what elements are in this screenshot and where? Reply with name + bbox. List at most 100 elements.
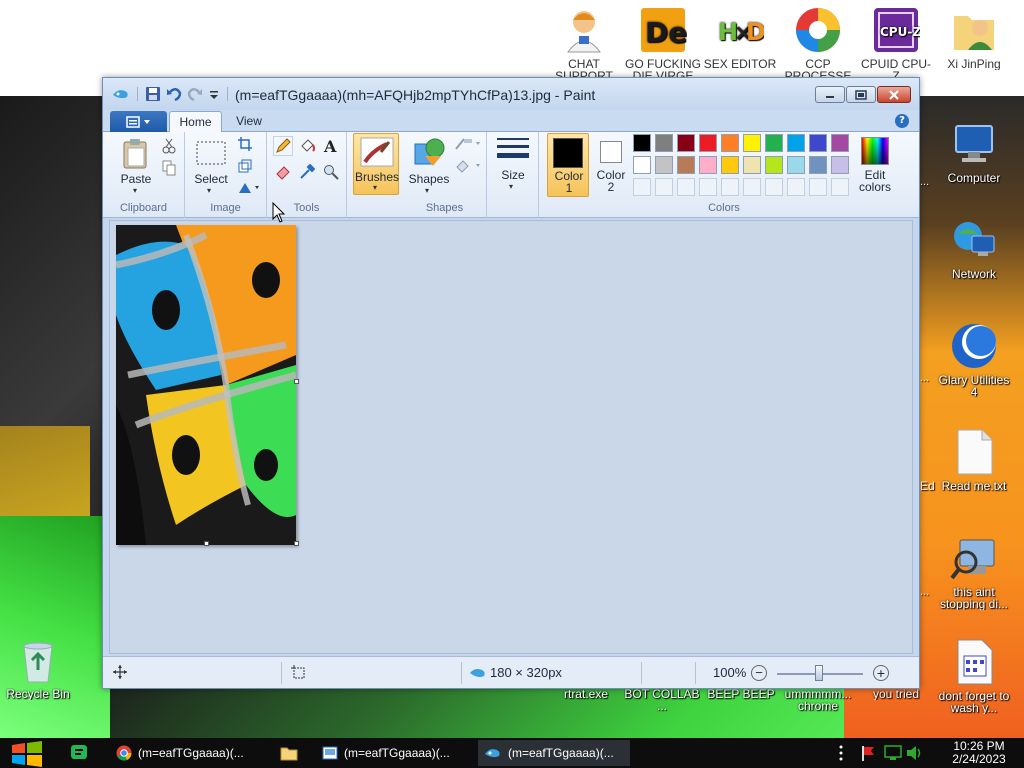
canvas-image[interactable] [116, 225, 296, 545]
brushes-button[interactable]: Brushes ▾ [353, 133, 399, 195]
taskbar-item-chrome[interactable]: (m=eafTGgaaaa)(... [110, 740, 264, 766]
desktop-icon-cpuz[interactable]: CPU-Z CPUID CPU-Z [858, 6, 934, 82]
palette-swatch[interactable] [809, 134, 827, 152]
palette-custom-slot[interactable] [787, 178, 805, 196]
copy-icon[interactable] [159, 158, 179, 178]
palette-swatch[interactable] [655, 134, 673, 152]
action-center-flag-icon[interactable] [860, 745, 876, 764]
desktop-icon-beep-beep[interactable]: BEEP BEEP [703, 688, 779, 700]
canvas-area[interactable] [109, 220, 913, 654]
taskbar-app-pinned[interactable] [70, 744, 90, 765]
desktop-icon-network[interactable]: Network [936, 216, 1012, 280]
zoom-out-button[interactable]: − [751, 665, 767, 681]
desktop-icon-de[interactable]: De GO FUCKING DIE VIRGE [625, 6, 701, 82]
palette-custom-slot[interactable] [743, 178, 761, 196]
palette-swatch[interactable] [809, 156, 827, 174]
palette-swatch[interactable] [787, 156, 805, 174]
title-bar[interactable]: (m=eafTGgaaaa)(mh=AFQHjb2mpTYhCfPa)13.jp… [103, 78, 919, 110]
close-button[interactable] [877, 86, 911, 103]
select-button[interactable]: Select ▾ [191, 136, 231, 196]
maximize-button[interactable] [846, 86, 876, 103]
palette-custom-slot[interactable] [831, 178, 849, 196]
palette-custom-slot[interactable] [765, 178, 783, 196]
palette-swatch[interactable] [699, 156, 717, 174]
color1-button[interactable]: Color 1 [547, 133, 589, 197]
palette-swatch[interactable] [787, 134, 805, 152]
volume-icon[interactable] [906, 745, 924, 764]
redo-icon[interactable] [187, 86, 203, 102]
outline-icon[interactable] [453, 134, 483, 154]
desktop-icon-chat-support[interactable]: CHAT SUPPORT [546, 6, 622, 82]
color2-button[interactable]: Color 2 [591, 133, 631, 197]
desktop-icon-you-tried[interactable]: you tried [858, 688, 934, 700]
resize-handle-bottom[interactable] [204, 541, 209, 546]
desktop-icon-glary[interactable]: Glary Utilities 4 [936, 322, 1012, 398]
undo-icon[interactable] [166, 86, 182, 102]
customize-qat-icon[interactable] [208, 86, 224, 102]
palette-swatch[interactable] [721, 134, 739, 152]
zoom-in-button[interactable]: + [873, 665, 889, 681]
start-button[interactable] [10, 741, 44, 768]
resize-icon[interactable] [235, 156, 255, 176]
color-picker-icon[interactable] [297, 162, 317, 182]
palette-swatch[interactable] [655, 156, 673, 174]
desktop-icon-rtrat[interactable]: rtrat.exe [548, 688, 624, 700]
palette-custom-slot[interactable] [655, 178, 673, 196]
desktop-icon-bot-collab[interactable]: BOT COLLAB ... [624, 688, 700, 712]
palette-swatch[interactable] [765, 134, 783, 152]
palette-swatch[interactable] [831, 134, 849, 152]
tab-view[interactable]: View [227, 111, 271, 133]
size-button[interactable]: Size ▾ [493, 136, 533, 196]
magnifier-icon[interactable] [321, 162, 341, 182]
crop-icon[interactable] [235, 134, 255, 154]
desktop-icon-computer[interactable]: Computer [936, 120, 1012, 184]
palette-swatch[interactable] [677, 134, 695, 152]
desktop-icon-chrome[interactable]: ummmmm... chrome [780, 688, 856, 712]
eraser-icon[interactable] [273, 162, 293, 182]
palette-custom-slot[interactable] [633, 178, 651, 196]
edit-colors-button[interactable]: Edit colors [855, 133, 895, 197]
pencil-icon[interactable] [273, 136, 293, 156]
palette-swatch[interactable] [633, 134, 651, 152]
taskbar-item-paint[interactable]: (m=eafTGgaaaa)(... [478, 740, 630, 766]
palette-custom-slot[interactable] [809, 178, 827, 196]
palette-swatch[interactable] [677, 156, 695, 174]
desktop-icon-xi-jinping[interactable]: Xi JinPing [936, 6, 1012, 70]
palette-swatch[interactable] [743, 134, 761, 152]
resize-handle-right[interactable] [294, 379, 299, 384]
text-icon[interactable]: A [321, 136, 341, 156]
file-menu-button[interactable] [110, 111, 167, 132]
desktop-icon-readme[interactable]: Read me.txt [936, 428, 1012, 492]
taskbar-item-photo-viewer[interactable]: (m=eafTGgaaaa)(... [316, 740, 468, 766]
desktop-icon-hxd[interactable]: H × D SEX EDITOR [702, 6, 778, 70]
fill-shape-icon[interactable] [453, 156, 483, 176]
palette-swatch[interactable] [765, 156, 783, 174]
palette-swatch[interactable] [721, 156, 739, 174]
palette-swatch[interactable] [699, 134, 717, 152]
fill-icon[interactable] [297, 136, 317, 156]
paste-button[interactable]: Paste ▾ [113, 136, 159, 196]
zoom-slider-thumb[interactable] [815, 665, 823, 681]
tab-home[interactable]: Home [169, 111, 222, 133]
palette-swatch[interactable] [743, 156, 761, 174]
desktop-icon-dont-forget[interactable]: dont forget to wash y... [936, 638, 1012, 714]
shapes-button[interactable]: Shapes ▾ [407, 136, 451, 196]
palette-custom-slot[interactable] [699, 178, 717, 196]
tray-overflow-icon[interactable] [838, 744, 844, 762]
palette-swatch[interactable] [633, 156, 651, 174]
desktop-icon-ccp-process[interactable]: CCP PROCESSE [780, 6, 856, 82]
palette-custom-slot[interactable] [721, 178, 739, 196]
desktop-icon-this-aint-stopping[interactable]: this aint stopping di... [936, 534, 1012, 610]
network-tray-icon[interactable] [884, 745, 902, 764]
rotate-icon[interactable] [235, 178, 263, 198]
help-icon[interactable]: ? [895, 114, 909, 128]
palette-custom-slot[interactable] [677, 178, 695, 196]
taskbar-item-explorer[interactable] [274, 740, 306, 766]
cut-icon[interactable] [159, 136, 179, 156]
resize-handle-corner[interactable] [294, 541, 299, 546]
minimize-button[interactable] [815, 86, 845, 103]
paint-app-icon[interactable] [112, 86, 128, 102]
taskbar-clock[interactable]: 10:26 PM 2/24/2023 [944, 740, 1014, 766]
save-icon[interactable] [145, 86, 161, 102]
palette-swatch[interactable] [831, 156, 849, 174]
